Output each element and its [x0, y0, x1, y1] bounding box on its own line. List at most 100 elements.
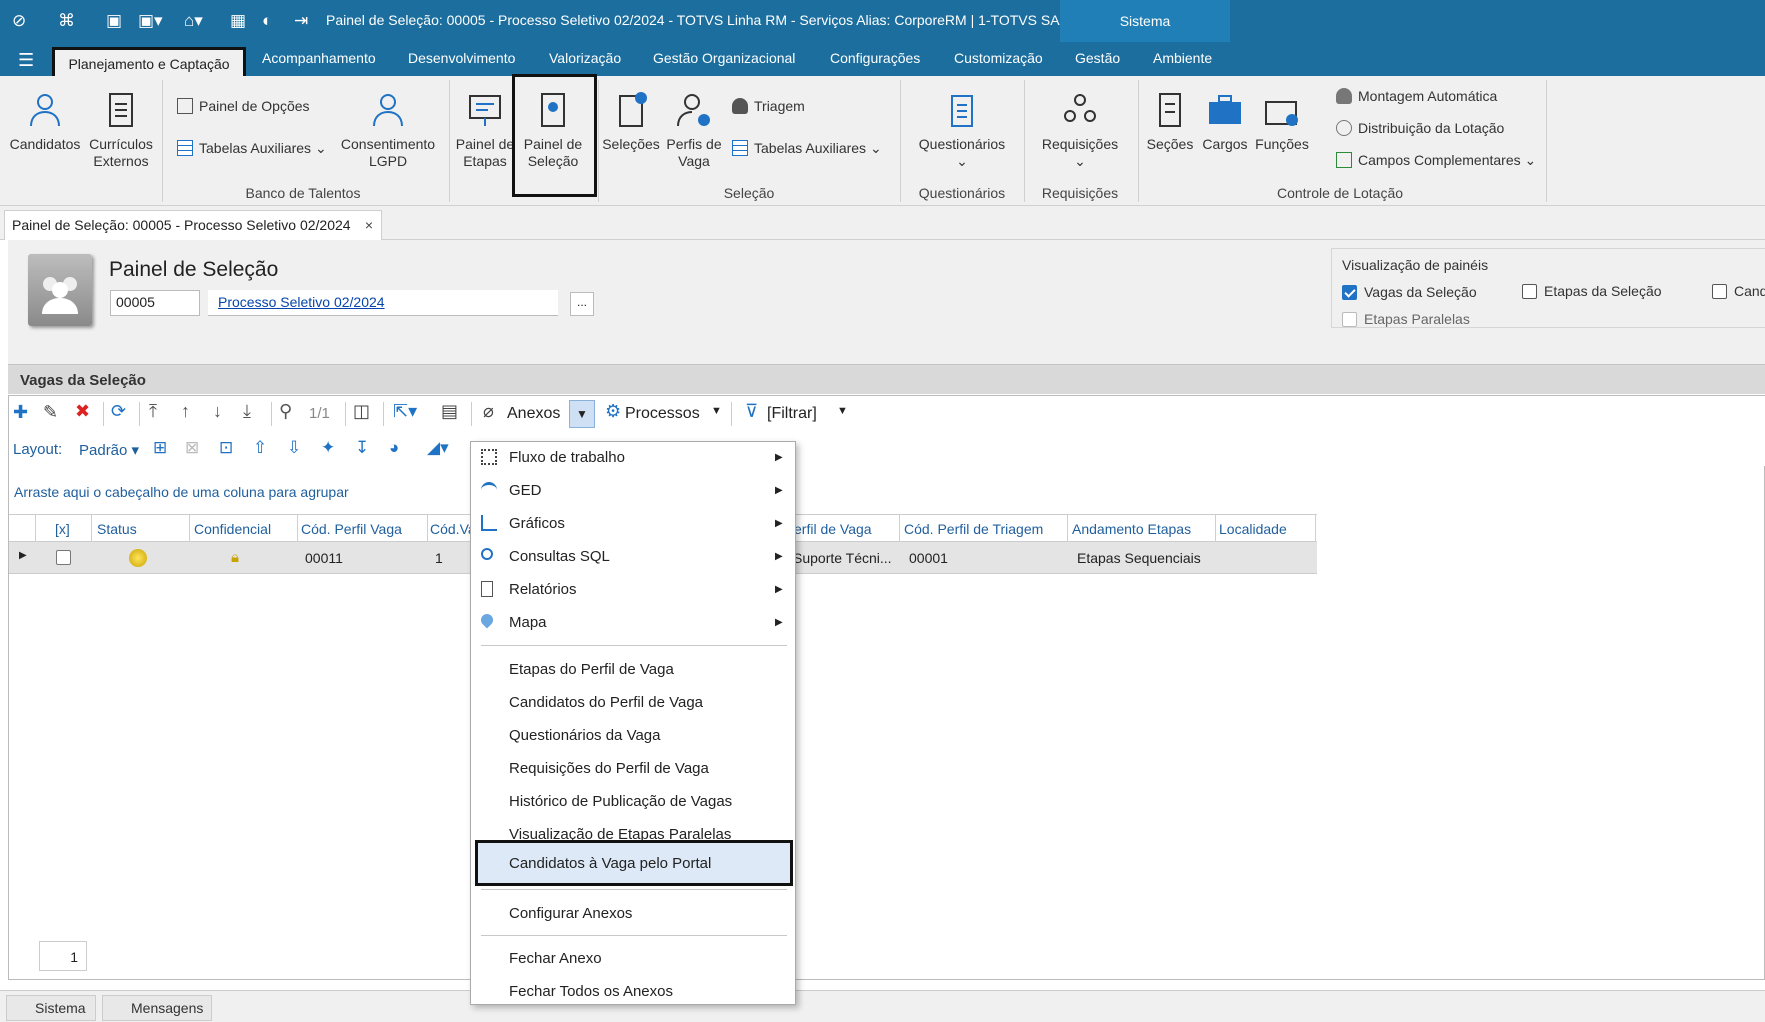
add-icon[interactable]: ✚: [13, 402, 28, 423]
processes-gear-icon[interactable]: ⚙: [605, 401, 621, 422]
exit-icon[interactable]: ⇥: [294, 11, 308, 31]
menu-item-fluxo-trabalho[interactable]: Fluxo de trabalho: [509, 449, 625, 466]
globe-icon[interactable]: ◐: [262, 11, 272, 31]
edit-icon[interactable]: ✎: [43, 402, 58, 423]
tabelas-auxiliares-1-button[interactable]: Tabelas Auxiliares ⌄: [177, 140, 327, 157]
menu-item-requisicoes-perfil[interactable]: Requisições do Perfil de Vaga: [509, 760, 709, 777]
candidatos-button[interactable]: Candidatos: [6, 90, 84, 153]
menu-valorizacao[interactable]: Valorização: [549, 50, 621, 66]
campos-complementares-button[interactable]: Campos Complementares ⌄: [1336, 152, 1536, 169]
previous-record-icon[interactable]: ↑: [181, 401, 190, 422]
secoes-button[interactable]: Seções: [1142, 90, 1198, 153]
report-icon[interactable]: ▤: [441, 401, 458, 422]
next-record-icon[interactable]: ↓: [213, 401, 222, 422]
last-record-icon[interactable]: ⤓: [243, 401, 251, 422]
columns-icon[interactable]: ◫: [353, 401, 370, 422]
attachment-icon[interactable]: ⌀: [483, 401, 494, 422]
window-dropdown-icon[interactable]: ▣▾: [138, 11, 163, 31]
chart-icon[interactable]: ◢▾: [427, 438, 449, 458]
processos-dropdown-icon[interactable]: ▼: [711, 405, 722, 417]
app-logo-icon[interactable]: ⊘: [12, 11, 26, 31]
column-cod-perfil-vaga[interactable]: Cód. Perfil Vaga: [301, 521, 402, 537]
menu-item-etapas-perfil[interactable]: Etapas do Perfil de Vaga: [509, 661, 674, 678]
layout-tool-icon[interactable]: ⊡: [219, 438, 233, 458]
menu-item-fechar-todos[interactable]: Fechar Todos os Anexos: [509, 983, 673, 1000]
column-cod-vaga[interactable]: Cód.Va: [430, 521, 476, 537]
menu-item-consultas-sql[interactable]: Consultas SQL: [509, 548, 610, 565]
anexos-dropdown-chevron-icon[interactable]: ▼: [569, 400, 595, 428]
row-checkbox[interactable]: [56, 550, 71, 565]
anexos-button[interactable]: Anexos: [507, 405, 560, 423]
menu-item-mapa[interactable]: Mapa: [509, 614, 547, 631]
shapes-icon[interactable]: ◕: [389, 438, 399, 458]
filtrar-dropdown-icon[interactable]: ▼: [837, 405, 848, 417]
menu-item-relatorios[interactable]: Relatórios: [509, 581, 577, 598]
sistema-tab[interactable]: Sistema: [1060, 0, 1230, 42]
menu-item-fechar-anexo[interactable]: Fechar Anexo: [509, 950, 602, 967]
menu-gestao-organizacional[interactable]: Gestão Organizacional: [653, 50, 795, 66]
column-confidencial[interactable]: Confidencial: [194, 521, 271, 537]
network-icon[interactable]: ⌘: [58, 11, 75, 31]
distribuicao-lotacao-button[interactable]: Distribuição da Lotação: [1336, 120, 1504, 136]
export-icon[interactable]: ⇱▾: [393, 401, 417, 422]
menu-desenvolvimento[interactable]: Desenvolvimento: [408, 50, 515, 66]
perfis-vaga-button[interactable]: Perfis de Vaga: [666, 90, 722, 170]
lookup-button[interactable]: ...: [570, 292, 594, 316]
menu-item-historico-publicacao[interactable]: Histórico de Publicação de Vagas: [509, 793, 732, 810]
tab-painel-selecao[interactable]: Painel de Seleção: 00005 - Processo Sele…: [4, 210, 382, 240]
candidatos-checkbox[interactable]: [1712, 284, 1727, 299]
paint-icon[interactable]: ✦: [321, 438, 335, 458]
filter-icon[interactable]: ⊽: [745, 401, 758, 422]
processos-button[interactable]: Processos: [625, 405, 700, 423]
montagem-automatica-button[interactable]: Montagem Automática: [1336, 88, 1497, 104]
first-record-icon[interactable]: ⤒: [149, 401, 157, 422]
search-icon[interactable]: ⚲: [279, 401, 292, 422]
column-status[interactable]: Status: [97, 521, 137, 537]
painel-opcoes-button[interactable]: Painel de Opções: [177, 98, 310, 114]
questionarios-button[interactable]: Questionários ⌄: [912, 90, 1012, 170]
menu-ambiente[interactable]: Ambiente: [1153, 50, 1212, 66]
menu-configuracoes[interactable]: Configurações: [830, 50, 920, 66]
close-tab-icon[interactable]: ×: [365, 211, 373, 239]
menu-item-ged[interactable]: GED: [509, 482, 542, 499]
triagem-button[interactable]: Triagem: [732, 98, 805, 114]
menu-gestao[interactable]: Gestão: [1075, 50, 1120, 66]
selecoes-button[interactable]: Seleções: [600, 90, 662, 153]
consentimento-lgpd-button[interactable]: Consentimento LGPD: [338, 90, 438, 170]
etapas-paralelas-checkbox[interactable]: [1342, 312, 1357, 327]
menu-item-graficos[interactable]: Gráficos: [509, 515, 565, 532]
column-perfil-vaga[interactable]: erfil de Vaga: [794, 521, 872, 537]
menu-item-candidatos-perfil[interactable]: Candidatos do Perfil de Vaga: [509, 694, 703, 711]
move-up-icon[interactable]: ⇧: [253, 438, 267, 458]
menu-item-configurar-anexos[interactable]: Configurar Anexos: [509, 905, 632, 922]
menu-item-candidatos-portal[interactable]: Candidatos à Vaga pelo Portal: [475, 840, 793, 886]
refresh-icon[interactable]: ⟳: [111, 401, 126, 422]
screen-icon[interactable]: ▣: [106, 11, 122, 31]
collapse-icon[interactable]: ⊠: [185, 438, 199, 458]
column-andamento-etapas[interactable]: Andamento Etapas: [1072, 521, 1191, 537]
home-icon[interactable]: ⌂▾: [184, 11, 203, 31]
delete-icon[interactable]: ✖: [75, 401, 90, 422]
menu-acompanhamento[interactable]: Acompanhamento: [262, 50, 376, 66]
status-tab-sistema[interactable]: Sistema: [6, 995, 96, 1021]
column-localidade[interactable]: Localidade: [1219, 521, 1287, 537]
layout-select[interactable]: Padrão ▾: [79, 441, 139, 459]
expand-icon[interactable]: ⊞: [153, 438, 167, 458]
column-select[interactable]: [x]: [55, 521, 70, 537]
page-number-field[interactable]: 1: [39, 941, 87, 971]
funcoes-button[interactable]: Funções: [1254, 90, 1310, 153]
curriculos-externos-button[interactable]: Currículos Externos: [86, 90, 156, 170]
menu-item-questionarios-vaga[interactable]: Questionários da Vaga: [509, 727, 661, 744]
selection-code-field[interactable]: 00005: [110, 290, 200, 316]
requisicoes-button[interactable]: Requisições ⌄: [1030, 90, 1130, 170]
painel-etapas-button[interactable]: Painel de Etapas: [455, 90, 515, 170]
calculator-icon[interactable]: ▦: [230, 11, 246, 31]
process-link[interactable]: Processo Seletivo 02/2024: [208, 290, 558, 316]
menu-customizacao[interactable]: Customização: [954, 50, 1043, 66]
row-expand-icon[interactable]: ▶: [19, 550, 27, 561]
pin-icon[interactable]: ↧: [355, 438, 369, 458]
filtrar-button[interactable]: [Filtrar]: [767, 405, 817, 423]
hamburger-menu-icon[interactable]: ☰: [18, 50, 34, 71]
cargos-button[interactable]: Cargos: [1198, 90, 1252, 153]
vagas-selecao-checkbox[interactable]: [1342, 285, 1357, 300]
